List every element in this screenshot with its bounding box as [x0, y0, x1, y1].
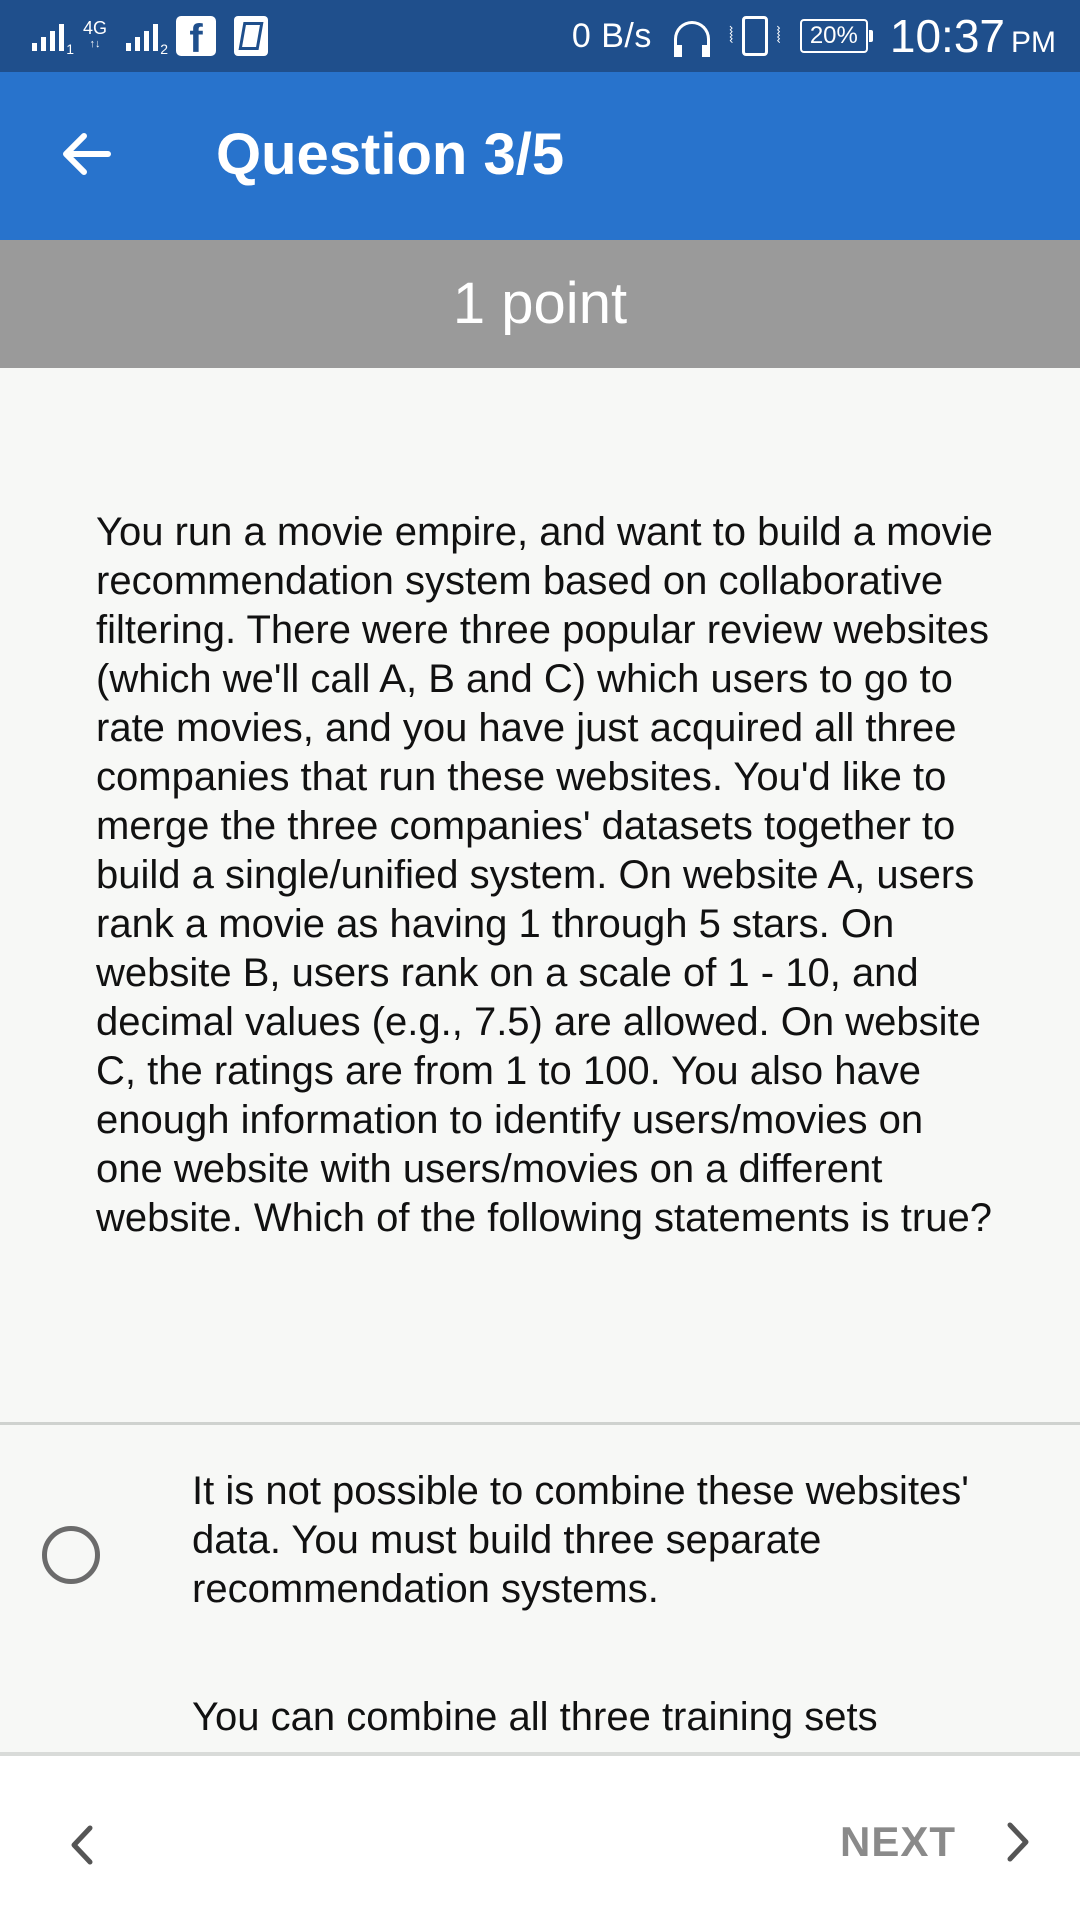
signal-sim2-icon: 2 — [126, 21, 168, 57]
clock-time: 10:37 — [889, 10, 1005, 62]
previous-button[interactable] — [58, 1820, 108, 1870]
status-bar: 1 4G ↑↓ 2 f 0 B/s 20% 10:37PM — [0, 0, 1080, 72]
network-type-label: 4G — [82, 18, 107, 38]
facebook-notification-icon: f — [176, 16, 216, 56]
chevron-left-icon — [71, 1825, 93, 1865]
next-button-label: NEXT — [839, 1818, 956, 1865]
arrow-left-icon — [63, 133, 111, 175]
app-bar: Question 3/5 — [0, 72, 1080, 240]
network-type-icon: 4G ↑↓ — [82, 18, 107, 50]
status-right: 0 B/s 20% 10:37PM — [572, 10, 1056, 62]
sim1-label: 1 — [66, 41, 74, 57]
answer-option-1[interactable]: It is not possible to combine these webs… — [0, 1425, 1080, 1645]
question-text: You run a movie empire, and want to buil… — [96, 510, 993, 1240]
clock: 10:37 PM — [890, 9, 1056, 63]
signal-sim1-icon: 1 — [32, 21, 74, 57]
points-banner: 1 point — [0, 240, 1080, 368]
chevron-right-icon — [1007, 1822, 1029, 1862]
n-notification-icon — [234, 16, 268, 56]
answer-option-label: You can combine all three training sets — [192, 1695, 878, 1739]
vibrate-icon — [729, 16, 781, 56]
battery-indicator: 20% — [799, 19, 873, 53]
answer-option-label: It is not possible to combine these webs… — [192, 1469, 969, 1611]
bottom-navigation: NEXT — [0, 1752, 1080, 1920]
answer-option-2[interactable]: You can combine all three training sets — [0, 1645, 1080, 1752]
back-button[interactable] — [58, 126, 114, 182]
status-left: 1 4G ↑↓ 2 f — [32, 14, 268, 58]
headphones-icon — [673, 21, 710, 57]
network-speed: 0 B/s — [571, 16, 652, 55]
radio-unchecked-icon[interactable] — [42, 1526, 100, 1584]
page-title: Question 3/5 — [216, 122, 565, 187]
sim2-label: 2 — [160, 41, 168, 57]
clock-ampm: PM — [1011, 26, 1056, 59]
next-button[interactable]: NEXT — [840, 1812, 1040, 1872]
